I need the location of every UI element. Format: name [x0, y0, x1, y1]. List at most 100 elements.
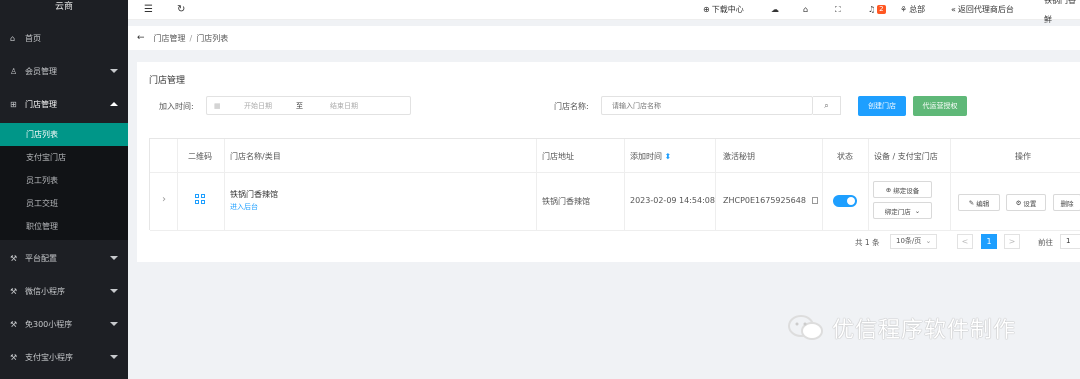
next-page-button[interactable]: > [1004, 234, 1020, 249]
submenu-item-positions[interactable]: 职位管理 [0, 215, 128, 238]
store-address: 铁锅门香辣馆 [542, 197, 590, 206]
search-button[interactable]: ⌕ [813, 96, 841, 115]
calendar-icon: ▦ [214, 101, 221, 110]
column-header-address: 门店地址 [542, 152, 574, 161]
miniapp-icon: ⚒ [10, 319, 18, 329]
theme-icon[interactable]: ☁ [771, 0, 779, 19]
added-time-label: 添加时间 [630, 152, 662, 161]
col-divider [715, 139, 716, 230]
bind-device-button[interactable]: ⊕ 绑定设备 [873, 181, 932, 198]
user-icon: ♙ [10, 66, 18, 76]
sidebar-item-label: 支付宝小程序 [25, 352, 73, 362]
breadcrumb: ← 门店管理 / 门店列表 [128, 26, 1080, 50]
delete-label: 删除 [1060, 199, 1074, 208]
bind-store-select[interactable]: 绑定门店 ⌄ [873, 202, 932, 219]
watermark: 优信程序软件制作 [788, 312, 1016, 344]
chevron-down-icon [110, 69, 118, 73]
sidebar-item-free300-miniapp[interactable]: ⚒ 免300小程序 [0, 308, 128, 340]
wechat-logo-icon [788, 315, 823, 340]
column-header-added-time[interactable]: 添加时间 ⬍ [630, 151, 671, 162]
submenu-item-store-list[interactable]: 门店列表 [0, 123, 128, 146]
tag-icon[interactable]: ⌂ [803, 0, 808, 19]
store-management-card: 门店管理 加入时间: ▦ 开始日期 至 结束日期 门店名称: ⌕ 创建门店 代运… [137, 62, 1080, 262]
activation-key-value: ZHCP0E1675925648 [723, 196, 806, 205]
submenu-item-staff-list[interactable]: 员工列表 [0, 169, 128, 192]
date-range-picker[interactable]: ▦ 开始日期 至 结束日期 [206, 96, 411, 115]
sidebar-item-label: 平台配置 [25, 253, 57, 263]
breadcrumb-separator: / [189, 33, 193, 43]
column-header-activation-key: 激活秘钥 [723, 152, 755, 161]
operation-auth-button[interactable]: 代运营授权 [913, 96, 967, 116]
status-toggle[interactable] [833, 195, 857, 207]
breadcrumb-current: 门店列表 [196, 33, 229, 43]
bind-device-label: 绑定设备 [893, 186, 920, 195]
column-header-device: 设备 / 支付宝门店 [874, 152, 938, 161]
refresh-icon[interactable]: ↻ [177, 0, 185, 19]
join-time-label: 加入时间: [159, 102, 194, 111]
current-store-name[interactable]: 铁锅门香鲜 [1044, 0, 1080, 24]
expand-row-icon[interactable]: › [162, 194, 166, 205]
page-title: 门店管理 [149, 76, 186, 86]
breadcrumb-parent[interactable]: 门店管理 [154, 33, 186, 44]
col-divider [868, 139, 869, 230]
sidebar-item-alipay-miniapp[interactable]: ⚒ 支付宝小程序 [0, 341, 128, 373]
chevron-down-icon: ⌄ [914, 206, 921, 215]
col-divider [950, 139, 951, 230]
activation-key: ZHCP0E1675925648 [723, 196, 818, 205]
sidebar-item-members[interactable]: ♙ 会员管理 [0, 55, 128, 87]
chevron-up-icon [110, 102, 118, 106]
goto-label: 前往 [1038, 238, 1053, 247]
header-divider [150, 172, 1080, 173]
column-header-qrcode: 二维码 [188, 152, 212, 161]
col-divider [536, 139, 537, 230]
goto-page-input[interactable]: 1 [1060, 234, 1080, 249]
sidebar-item-platform-config[interactable]: ⚒ 平台配置 [0, 242, 128, 274]
download-center-label: 下载中心 [711, 5, 744, 14]
alipay-icon: ⚒ [10, 352, 18, 362]
store-table: 二维码 门店名称/类目 门店地址 添加时间 ⬍ 激活秘钥 状态 设备 / 支付宝… [149, 138, 1080, 231]
hq-icon: ⚘ [900, 5, 908, 14]
copy-icon[interactable] [811, 197, 818, 204]
submenu-item-shift-handover[interactable]: 员工交班 [0, 192, 128, 215]
enter-backend-link[interactable]: 进入后台 [230, 202, 258, 212]
download-icon: ⊕ [703, 5, 710, 14]
sidebar-item-stores[interactable]: ⊞ 门店管理 [0, 88, 128, 120]
col-divider [177, 139, 178, 230]
download-center-button[interactable]: ⊕ 下载中心 [703, 0, 744, 19]
settings-button[interactable]: ⚙ 设置 [1006, 194, 1046, 211]
col-divider [624, 139, 625, 230]
added-time: 2023-02-09 14:54:08 [630, 196, 715, 205]
back-arrow-icon[interactable]: ← [137, 33, 145, 43]
page-size-select[interactable]: 10条/页 ⌄ [890, 234, 937, 249]
notification-badge: 2 [877, 5, 886, 14]
create-store-button[interactable]: 创建门店 [858, 96, 906, 116]
chevron-down-icon [110, 322, 118, 326]
headquarters-button[interactable]: ⚘ 总部 [900, 0, 925, 19]
sidebar-item-label: 门店管理 [25, 99, 57, 109]
stores-submenu: 门店列表 支付宝门店 员工列表 员工交班 职位管理 [0, 123, 128, 240]
gear-icon: ⚙ [1015, 198, 1022, 207]
prev-page-button[interactable]: < [957, 234, 973, 249]
menu-toggle-icon[interactable]: ☰ [144, 0, 153, 19]
chevron-down-icon [110, 256, 118, 260]
wechat-icon: ⚒ [10, 286, 18, 296]
page-1-button[interactable]: 1 [981, 234, 997, 249]
submenu-item-alipay-stores[interactable]: 支付宝门店 [0, 146, 128, 169]
headquarters-label: 总部 [909, 5, 926, 14]
row-divider [150, 230, 1080, 231]
sidebar-item-home[interactable]: ⌂ 首页 [0, 22, 128, 54]
qrcode-icon[interactable] [195, 194, 206, 205]
sort-icon: ⬍ [664, 152, 672, 161]
double-chevron-left-icon: « [951, 5, 956, 14]
search-icon: ⌕ [824, 100, 829, 110]
delete-button[interactable]: 删除 [1053, 194, 1080, 211]
sidebar-item-wechat-miniapp[interactable]: ⚒ 微信小程序 [0, 275, 128, 307]
notification-button[interactable]: ♫ 2 [868, 0, 886, 19]
fullscreen-icon[interactable]: ⛶ [835, 0, 841, 19]
store-name-input[interactable] [601, 96, 813, 115]
sidebar-item-label: 免300小程序 [25, 319, 73, 329]
watermark-text: 优信程序软件制作 [832, 318, 1017, 343]
range-separator: 至 [296, 101, 303, 110]
back-to-agent-button[interactable]: « 返回代理商后台 [951, 0, 1014, 19]
edit-button[interactable]: ✎ 编辑 [958, 194, 1000, 211]
